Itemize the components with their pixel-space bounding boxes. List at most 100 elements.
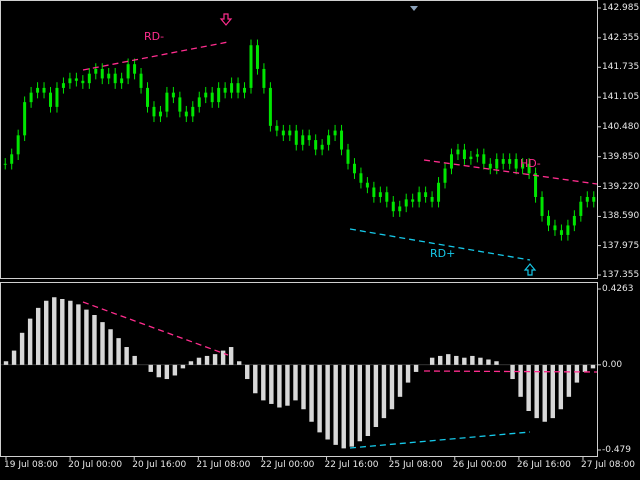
- candle-body: [592, 196, 596, 202]
- candle-body: [171, 92, 175, 98]
- candle-body: [146, 87, 150, 107]
- candle-body: [268, 87, 272, 126]
- time-tick-label: 22 Jul 16:00: [324, 460, 379, 470]
- price-tick-label: 138.590: [602, 211, 640, 222]
- time-tick-label: 19 Jul 08:00: [4, 460, 58, 470]
- candle-body: [320, 144, 324, 150]
- candle-body: [456, 149, 460, 155]
- chart-frames: [0, 0, 601, 460]
- candle-body: [424, 192, 428, 197]
- time-tick-label: 27 Jul 08:00: [581, 460, 635, 470]
- candle-body: [553, 225, 557, 231]
- candle-body: [223, 87, 227, 93]
- candle-body: [462, 149, 466, 160]
- candle-body: [391, 201, 395, 212]
- candle-body: [3, 163, 7, 165]
- candle-body: [165, 92, 169, 112]
- time-tick-label: 26 Jul 00:00: [452, 460, 507, 470]
- candle-body: [10, 154, 14, 164]
- candle-body: [365, 182, 369, 188]
- candle-body: [488, 163, 492, 169]
- candle-body: [230, 83, 234, 93]
- candle-body: [301, 135, 305, 145]
- time-tick-label: 20 Jul 00:00: [68, 460, 123, 470]
- chart-window[interactable]: 142.985 142.355 141.735 141.105 140.480 139.8…: [0, 0, 640, 480]
- candle-body: [275, 125, 279, 131]
- candle-body: [255, 45, 259, 69]
- candle-body: [126, 64, 130, 79]
- candle-body: [475, 154, 479, 157]
- candle-body: [385, 192, 389, 202]
- price-tick-label: 141.105: [602, 92, 640, 103]
- candle-body: [55, 87, 59, 107]
- candle-body: [566, 225, 570, 235]
- candle-body: [204, 92, 208, 98]
- candle-body: [178, 97, 182, 112]
- price-tick-label: 141.735: [602, 62, 640, 73]
- candle-body: [191, 106, 195, 117]
- candle-body: [417, 192, 421, 202]
- price-tick-label: 139.850: [602, 151, 640, 162]
- candle-body: [501, 159, 505, 164]
- candle-body: [307, 135, 311, 141]
- time-tick-label: 20 Jul 16:00: [132, 460, 187, 470]
- candle-body: [68, 78, 72, 84]
- oscillator-histogram: [0, 297, 597, 449]
- candle-body: [133, 64, 137, 74]
- candle-body: [152, 106, 156, 117]
- candle-body: [449, 154, 453, 169]
- candle-body: [495, 159, 499, 169]
- candle-body: [42, 87, 46, 93]
- candle-body: [372, 187, 376, 197]
- candle-body: [327, 135, 331, 145]
- candle-body: [100, 68, 104, 79]
- candle-body: [243, 87, 247, 93]
- price-tick-label: 142.355: [602, 32, 640, 43]
- candle-body: [378, 192, 382, 197]
- price-tick-label: 137.355: [602, 270, 640, 280]
- candle-body: [443, 168, 447, 183]
- indicator-panel-frame: [0, 282, 598, 457]
- price-tick-label: 139.220: [602, 181, 640, 192]
- candle-body: [236, 83, 240, 93]
- hd-minus-label: HD-: [520, 157, 541, 170]
- candle-body: [482, 154, 486, 164]
- candle-body: [469, 156, 473, 160]
- candle-body: [437, 182, 441, 202]
- candle-body: [61, 83, 65, 88]
- candle-body: [579, 201, 583, 216]
- candle-body: [49, 92, 53, 107]
- indicator-tick-label: 0.00: [602, 359, 623, 370]
- candle-body: [411, 199, 415, 202]
- price-tick-label: 140.480: [602, 121, 640, 132]
- candle-body: [210, 92, 214, 103]
- price-panel-frame: [0, 0, 598, 279]
- time-tick-label: 21 Jul 08:00: [196, 460, 251, 470]
- candle-body: [398, 206, 402, 212]
- time-tick-label: 25 Jul 08:00: [388, 460, 443, 470]
- candle-body: [36, 87, 40, 93]
- chart-canvas[interactable]: [0, 0, 640, 480]
- candle-body: [139, 73, 143, 88]
- candle-body: [333, 130, 337, 136]
- candle-body: [29, 92, 33, 103]
- candle-body: [514, 159, 518, 169]
- candle-body: [23, 102, 27, 136]
- time-tick-label: 26 Jul 16:00: [516, 460, 571, 470]
- indicator-tick-label: 0.4263: [602, 284, 634, 294]
- candle-body: [281, 130, 285, 136]
- candle-body: [585, 196, 589, 202]
- candle-body: [404, 199, 408, 207]
- candle-body: [314, 140, 318, 150]
- rd-plus-label: RD+: [430, 247, 456, 260]
- candle-body: [262, 68, 266, 88]
- candle-body: [120, 78, 124, 84]
- indicator-tick-label: -0.479: [602, 445, 632, 455]
- candle-body: [158, 111, 162, 117]
- candle-body: [359, 173, 363, 183]
- time-tick-label: 22 Jul 00:00: [260, 460, 315, 470]
- candle-body: [346, 149, 350, 164]
- rd-minus-price-line: [82, 41, 229, 71]
- candle-body: [430, 196, 434, 202]
- candle-body: [16, 135, 20, 155]
